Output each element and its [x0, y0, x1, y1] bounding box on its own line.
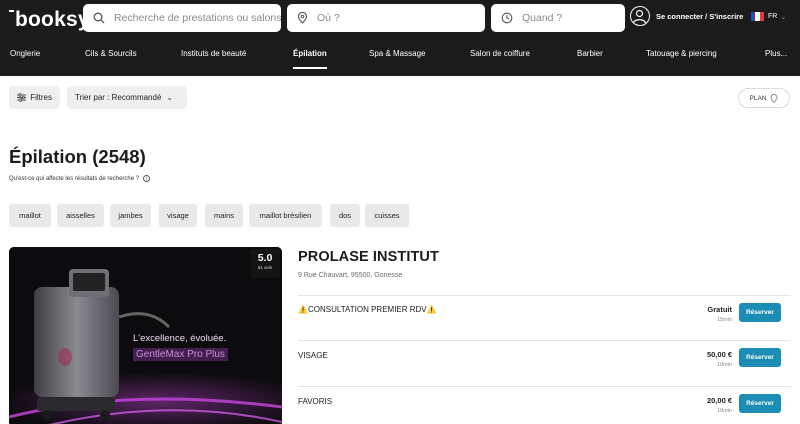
tag-maillot-bresilien[interactable]: maillot brésilien: [249, 204, 322, 227]
search-icon: [93, 12, 105, 24]
date-input[interactable]: Quand ?: [491, 4, 625, 32]
user-avatar-icon: [630, 6, 650, 26]
business-name[interactable]: PROLASE INSTITUT: [298, 249, 439, 265]
page-title: Épilation (2548): [9, 146, 146, 167]
booksy-logo[interactable]: booksy: [9, 8, 90, 32]
book-button[interactable]: Réserver: [739, 303, 781, 322]
review-count: 61 avis: [257, 265, 273, 270]
map-button[interactable]: PLAN: [738, 88, 790, 108]
tag-dos[interactable]: dos: [330, 204, 360, 227]
location-input[interactable]: Où ?: [287, 4, 485, 32]
nav-item-barbier[interactable]: Barbier: [577, 49, 603, 58]
service-duration: 15min: [717, 317, 732, 323]
rating-value: 5.0: [257, 252, 273, 264]
divider: [298, 340, 791, 341]
french-flag-icon: [751, 12, 764, 21]
filters-button[interactable]: Filtres: [9, 86, 60, 109]
nav-item-tatouage-piercing[interactable]: Tatouage & piercing: [646, 49, 717, 58]
service-duration: 10min: [717, 362, 732, 368]
top-bar: booksy Recherche de prestations ou salon…: [0, 0, 800, 76]
tag-cuisses[interactable]: cuisses: [365, 204, 409, 227]
tag-aisselles[interactable]: aisselles: [57, 204, 104, 227]
service-price: 50,00 €: [706, 350, 732, 359]
login-button[interactable]: Se connecter / S'inscrire: [630, 6, 743, 26]
search-placeholder: Recherche de prestations ou salons: [114, 12, 281, 24]
book-button[interactable]: Réserver: [739, 348, 781, 367]
map-label: PLAN: [749, 94, 767, 102]
search-input[interactable]: Recherche de prestations ou salons: [83, 4, 281, 32]
service-name: VISAGE: [298, 351, 328, 360]
service-name: ⚠️CONSULTATION PREMIER RDV⚠️: [298, 305, 437, 314]
tag-mains[interactable]: mains: [205, 204, 243, 227]
nav-item-spa-massage[interactable]: Spa & Massage: [369, 49, 425, 58]
tag-maillot[interactable]: maillot: [9, 204, 51, 227]
filters-label: Filtres: [30, 93, 52, 102]
nav-item-cils-sourcils[interactable]: Cils & Sourcils: [85, 49, 137, 58]
login-label: Se connecter / S'inscrire: [656, 11, 744, 21]
divider: [298, 386, 791, 387]
info-icon: i: [143, 175, 151, 182]
location-pin-icon: [771, 93, 778, 103]
book-button[interactable]: Réserver: [739, 394, 781, 413]
language-label: FR: [768, 13, 778, 20]
filter-sliders-icon: [17, 93, 27, 102]
nav-item-plus[interactable]: Plus...: [765, 49, 787, 58]
nav-item-onglerie[interactable]: Onglerie: [10, 49, 40, 58]
language-selector[interactable]: FR ⌄: [751, 12, 786, 21]
business-address: 9 Rue Chauvart, 95500, Gonesse: [298, 272, 403, 279]
location-placeholder: Où ?: [317, 12, 340, 24]
search-results-question: Qu'est-ce qui affecte les résultats de r…: [9, 175, 140, 182]
divider: [298, 295, 791, 296]
service-duration: 10min: [717, 408, 732, 414]
chevron-down-icon: ⌄: [166, 93, 174, 102]
business-photo[interactable]: L'excellence, évoluée. GentleMax Pro Plu…: [9, 247, 282, 424]
service-name: FAVORIS: [298, 397, 333, 406]
location-pin-icon: [297, 12, 308, 24]
nav-item-epilation[interactable]: Épilation: [293, 49, 327, 69]
search-results-info-link[interactable]: Qu'est-ce qui affecte les résultats de r…: [9, 175, 151, 182]
tag-visage[interactable]: visage: [159, 204, 197, 227]
clock-icon: [501, 12, 513, 24]
category-nav: Onglerie Cils & Sourcils Instituts de be…: [0, 44, 800, 76]
sort-dropdown[interactable]: Trier par : Recommandé ⌄: [67, 86, 187, 109]
photo-caption-primary: L'excellence, évoluée.: [133, 333, 227, 344]
date-placeholder: Quand ?: [522, 12, 563, 24]
photo-caption-secondary: GentleMax Pro Plus: [133, 348, 228, 361]
nav-item-salon-coiffure[interactable]: Salon de coiffure: [470, 49, 530, 58]
rating-badge: 5.0 61 avis: [250, 249, 280, 278]
chevron-down-icon: ⌄: [780, 13, 787, 21]
sort-label: Trier par : Recommandé: [75, 93, 162, 102]
tag-jambes[interactable]: jambes: [110, 204, 151, 227]
service-price: 20,00 €: [706, 396, 732, 405]
service-price: Gratuit: [707, 305, 732, 314]
nav-item-instituts-beaute[interactable]: Instituts de beauté: [181, 49, 246, 58]
